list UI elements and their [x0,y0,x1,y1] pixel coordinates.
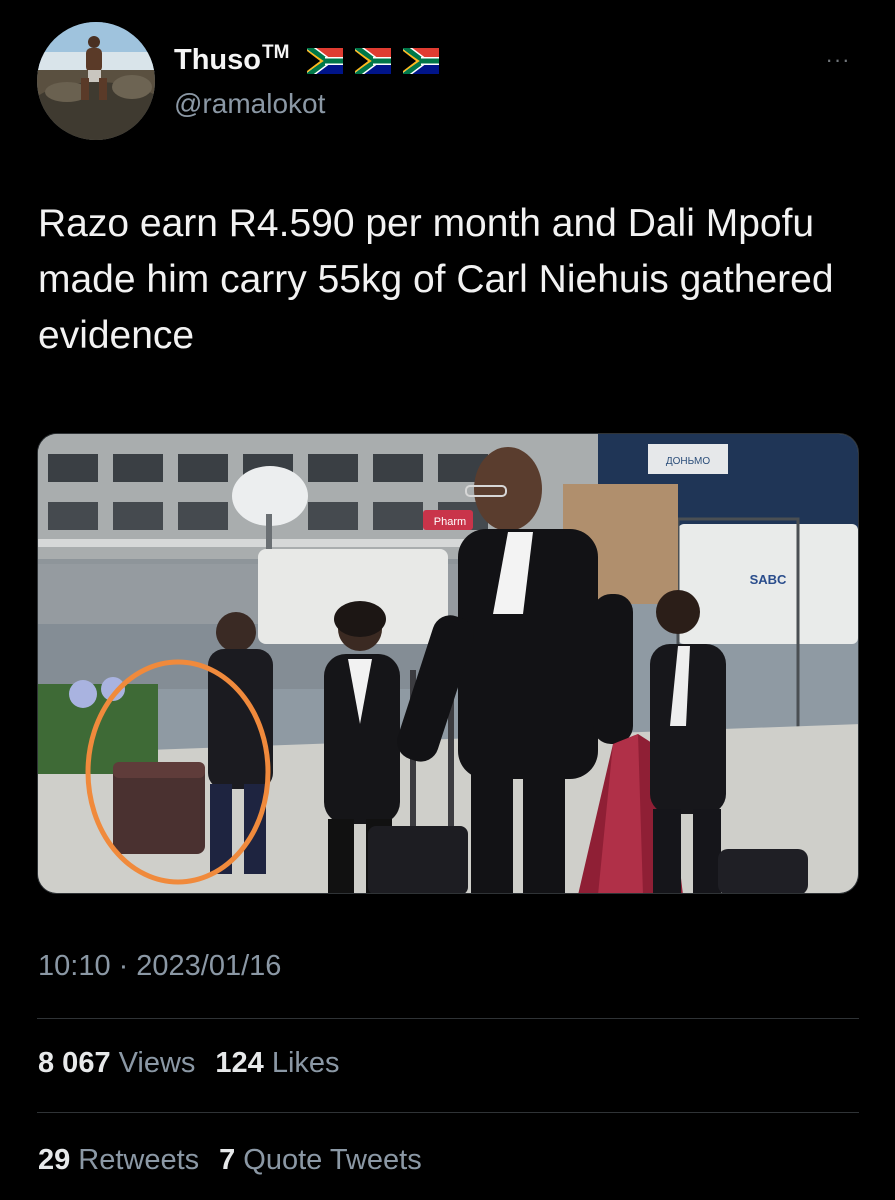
divider [37,1112,859,1113]
trademark-mark: TM [262,41,290,63]
tweet-date: 2023/01/16 [136,950,282,982]
avatar-image [37,22,155,140]
sabc-van-logo: SABC [750,572,787,587]
views-stat[interactable]: 8 067 Views [38,1047,195,1080]
billboard-sign: ДОНЬМО [666,456,710,467]
quote-tweets-label: Quote Tweets [243,1144,422,1176]
tweet-text: Razo earn R4.590 per month and Dali Mpof… [38,202,834,357]
display-name-text: Thuso [174,44,261,76]
photo-scene: ДОНЬМО Pharm SABC [38,434,858,893]
flag-emojis [307,47,440,74]
south-africa-flag-icon [307,47,344,74]
south-africa-flag-icon [403,47,440,74]
engagement-stats-row-1: 8 067 Views 124 Likes [38,1047,340,1080]
views-count: 8 067 [38,1047,111,1079]
user-handle[interactable]: @ramalokot [174,88,325,120]
likes-count: 124 [215,1047,264,1079]
likes-label: Likes [271,1047,340,1079]
views-label: Views [118,1047,196,1079]
quote-tweets-count: 7 [219,1144,236,1176]
tweet-media-image[interactable]: ДОНЬМО Pharm SABC [37,433,859,894]
avatar[interactable] [37,22,155,140]
quote-tweets-stat[interactable]: 7 Quote Tweets [219,1144,422,1177]
timestamp-separator: · [118,950,129,982]
more-options-button[interactable]: ··· [818,47,858,72]
retweets-label: Retweets [78,1144,200,1176]
tweet-timestamp[interactable]: 10:10 · 2023/01/16 [38,950,281,983]
retweets-stat[interactable]: 29 Retweets [38,1144,199,1177]
tweet-time: 10:10 [38,950,111,982]
retweets-count: 29 [38,1144,71,1176]
engagement-stats-row-2: 29 Retweets 7 Quote Tweets [38,1144,422,1177]
likes-stat[interactable]: 124 Likes [215,1047,339,1080]
more-icon: ··· [825,47,851,72]
divider [37,1018,859,1019]
south-africa-flag-icon [355,47,392,74]
pharmacy-sign: Pharm [434,516,466,528]
display-name[interactable]: Thuso TM [174,41,440,77]
